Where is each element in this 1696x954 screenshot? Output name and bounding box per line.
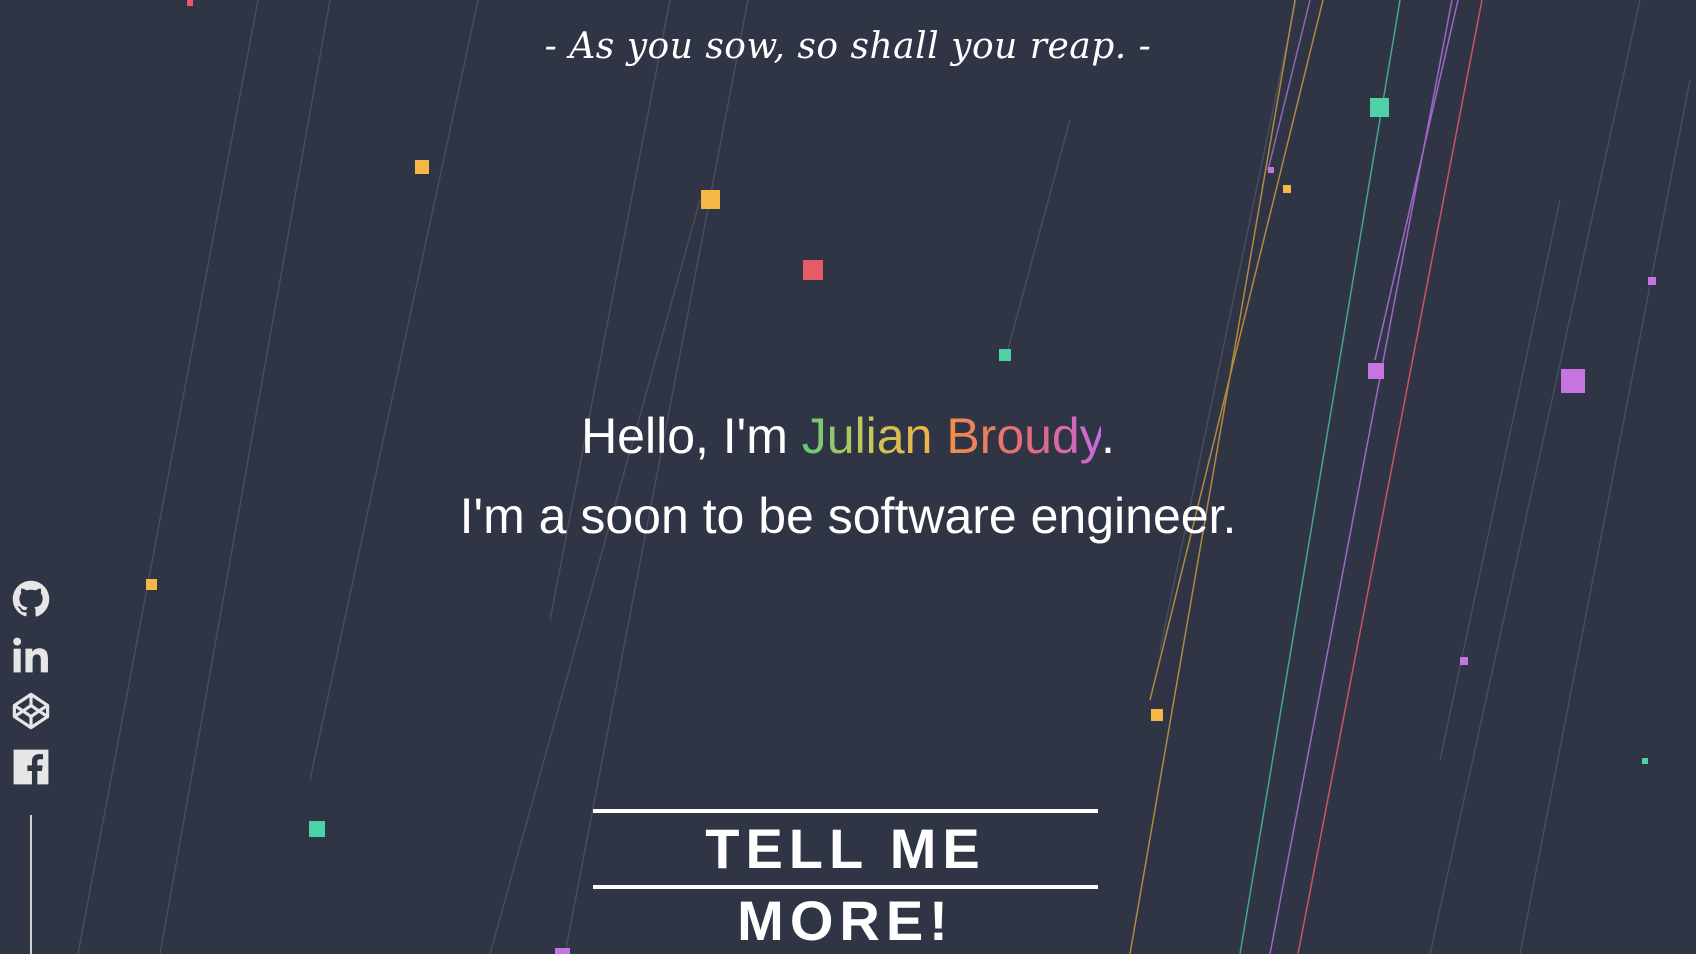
linkedin-icon [13, 637, 48, 673]
particle-square [999, 349, 1011, 361]
motto-quote: - As you sow, so shall you reap. - [544, 26, 1152, 67]
particle-square [1561, 369, 1585, 393]
particle-square [1460, 657, 1468, 665]
tell-me-more-button[interactable]: TELL ME MORE! [593, 809, 1098, 952]
social-divider-line [30, 815, 32, 954]
particle-square [309, 821, 325, 837]
streak-line [309, 0, 479, 781]
particle-square [701, 190, 720, 209]
streak-line [1149, 0, 1324, 701]
greeting-text: Hello, I'm [581, 408, 802, 464]
particle-square [1368, 363, 1384, 379]
particle-square [1370, 98, 1389, 117]
github-link[interactable] [12, 580, 52, 620]
particle-square [415, 160, 429, 174]
facebook-icon [13, 749, 49, 785]
codepen-icon [12, 692, 50, 730]
particle-square [1648, 277, 1656, 285]
hero-text: Hello, I'm Julian Broudy. I'm a soon to … [0, 396, 1696, 556]
greeting-punctuation: . [1101, 408, 1115, 464]
linkedin-link[interactable] [12, 636, 52, 676]
last-name: Broudy [946, 408, 1102, 464]
particle-square [555, 948, 570, 954]
particle-square [187, 0, 193, 6]
particle-square [803, 260, 823, 280]
particle-square [1268, 167, 1274, 173]
particle-square [1642, 758, 1648, 764]
facebook-link[interactable] [12, 748, 52, 788]
particle-square [146, 579, 157, 590]
particle-square [1283, 185, 1291, 193]
greeting-line: Hello, I'm Julian Broudy. [0, 396, 1696, 476]
hero-section: - As you sow, so shall you reap. - Hello… [0, 0, 1696, 954]
codepen-link[interactable] [12, 692, 52, 732]
streak-line [1004, 119, 1071, 361]
social-links [12, 580, 52, 804]
particle-square [1151, 709, 1163, 721]
github-icon [12, 580, 50, 617]
tagline: I'm a soon to be software engineer. [459, 488, 1237, 544]
first-name: Julian [801, 408, 933, 464]
